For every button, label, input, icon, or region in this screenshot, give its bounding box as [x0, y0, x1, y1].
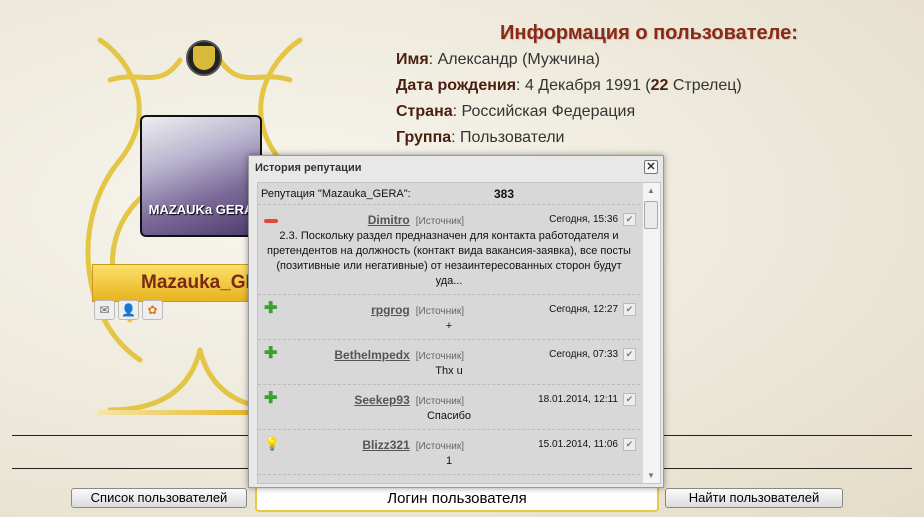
entry-user-link[interactable]: Seekep93: [354, 393, 409, 407]
find-users-button[interactable]: Найти пользователей: [665, 488, 843, 508]
entry-source-link[interactable]: [Источник]: [416, 441, 464, 452]
info-group: Группа: Пользователи: [396, 129, 565, 146]
entry-text: 2.3. Поскольку раздел предназначен для к…: [267, 230, 631, 287]
reputation-entry: Dimitro [Источник] Сегодня, 15:36 ✔ 2.3. …: [258, 205, 640, 295]
decorative-bar: [97, 410, 257, 415]
close-icon[interactable]: ✕: [644, 160, 658, 174]
rank-shield-icon: [186, 40, 222, 76]
entry-user-link[interactable]: Blizz321: [362, 438, 409, 452]
check-icon[interactable]: ✔: [623, 213, 636, 226]
plus-icon: ✚: [264, 390, 278, 407]
entry-text: +: [445, 320, 453, 332]
entry-date: Сегодня, 12:27: [549, 304, 618, 315]
entry-user-link[interactable]: Bethelmpedx: [334, 348, 409, 362]
lightbulb-icon: 💡: [264, 436, 281, 451]
reputation-entry: ✚ rpgrog [Источник] Сегодня, 12:27 ✔ +: [258, 295, 640, 340]
mail-icon[interactable]: ✉: [94, 300, 115, 320]
entry-source-link[interactable]: [Источник]: [416, 306, 464, 317]
user-list-button[interactable]: Список пользователей: [71, 488, 247, 508]
reputation-history-dialog: История репутации ✕ Репутация "Mazauka_G…: [248, 155, 664, 488]
check-icon[interactable]: ✔: [623, 303, 636, 316]
plus-icon: ✚: [264, 345, 278, 362]
entry-user-link[interactable]: rpgrog: [371, 303, 410, 317]
entry-user-link[interactable]: Dimitro: [368, 213, 410, 227]
check-icon[interactable]: ✔: [623, 393, 636, 406]
entry-text: 1: [445, 455, 453, 467]
entry-source-link[interactable]: [Источник]: [416, 351, 464, 362]
icq-icon[interactable]: ✿: [142, 300, 163, 320]
entry-date: Сегодня, 07:33: [549, 349, 618, 360]
info-title: Информация о пользователе:: [500, 22, 798, 44]
entry-text: Спасибо: [426, 410, 472, 422]
info-birthdate: Дата рождения: 4 Декабря 1991 (22 Стреле…: [396, 77, 742, 94]
info-name: Имя: Александр (Мужчина): [396, 51, 600, 68]
entry-text: Thx u: [435, 365, 463, 377]
reputation-entry: ✚ Seekep93 [Источник] 18.01.2014, 12:11 ✔…: [258, 385, 640, 430]
reputation-entry: ✚ Bethelmpedx [Источник] Сегодня, 07:33 ✔…: [258, 340, 640, 385]
check-icon[interactable]: ✔: [623, 348, 636, 361]
minus-icon: [264, 212, 278, 226]
scrollbar[interactable]: ▲ ▼: [643, 183, 660, 483]
avatar: MAZAUKa GERA: [140, 115, 262, 237]
check-icon[interactable]: ✔: [623, 438, 636, 451]
info-country: Страна: Российская Федерация: [396, 103, 636, 120]
dialog-title: История репутации: [255, 162, 362, 174]
reputation-entry: 💡 Blizz321 [Источник] 15.01.2014, 11:06 ✔…: [258, 430, 640, 475]
plus-icon: ✚: [264, 300, 278, 317]
entry-source-link[interactable]: [Источник]: [416, 396, 464, 407]
user-icon[interactable]: 👤: [118, 300, 139, 320]
reputation-label: Репутация "Mazauka_GERA":: [261, 188, 411, 200]
reputation-value: 383: [494, 187, 515, 201]
entry-date: Сегодня, 15:36: [549, 214, 618, 225]
entry-date: 18.01.2014, 12:11: [538, 394, 618, 405]
entry-source-link[interactable]: [Источник]: [416, 216, 464, 227]
entry-date: 15.01.2014, 11:06: [538, 439, 618, 450]
user-info: Информация о пользователе: Имя: Александ…: [396, 22, 798, 155]
